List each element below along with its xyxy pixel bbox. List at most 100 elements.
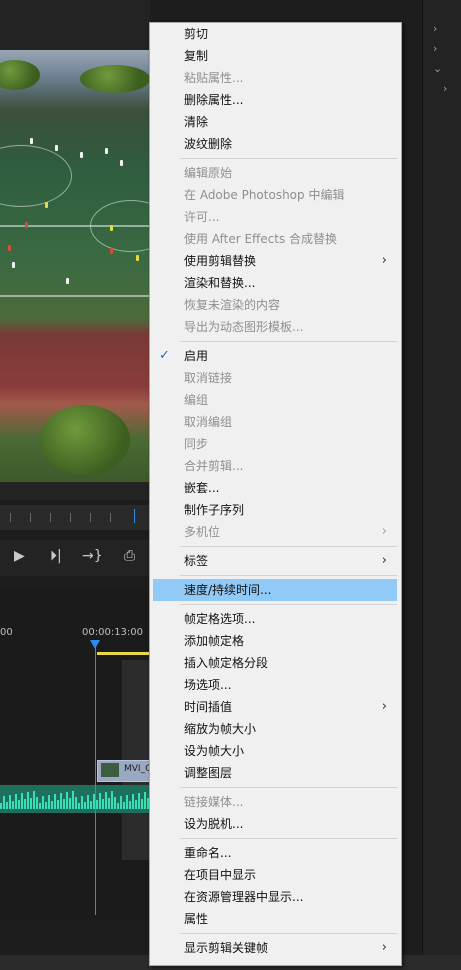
menu-item[interactable]: 重命名... — [153, 842, 397, 864]
playhead-marker[interactable] — [134, 509, 135, 523]
tree — [40, 405, 130, 475]
waveform-bar — [69, 798, 71, 809]
menu-item[interactable]: 设为脱机... — [153, 813, 397, 835]
playhead-handle[interactable] — [90, 640, 100, 649]
play-icon[interactable]: ▶ — [14, 548, 25, 564]
step-forward-icon[interactable]: ⏵| — [50, 548, 62, 564]
program-mini-timeline[interactable] — [0, 505, 150, 530]
playhead-line[interactable] — [95, 640, 96, 915]
waveform-bar — [6, 802, 8, 809]
waveform-bar — [111, 791, 113, 809]
menu-item[interactable]: 插入帧定格分段 — [153, 652, 397, 674]
menu-item[interactable]: 添加帧定格 — [153, 630, 397, 652]
ruler-tick — [30, 513, 31, 522]
menu-item-label: 粘贴属性... — [184, 71, 244, 85]
menu-item-label: 取消编组 — [184, 415, 233, 429]
menu-item-label: 帧定格选项... — [184, 612, 256, 626]
menu-item[interactable]: 使用剪辑替换 › — [153, 250, 397, 272]
right-side-panel: › › ⌄ › — [422, 0, 461, 970]
waveform-bar — [72, 791, 74, 809]
menu-item[interactable]: 波纹删除 — [153, 133, 397, 155]
menu-item[interactable]: 场选项... — [153, 674, 397, 696]
player — [8, 245, 11, 251]
menu-item[interactable]: 速度/持续时间... — [153, 579, 397, 601]
chevron-down-icon[interactable]: ⌄ — [433, 62, 442, 75]
menu-item[interactable]: 剪切 — [153, 23, 397, 45]
chevron-right-icon[interactable]: › — [433, 22, 437, 35]
menu-item-label: 制作子序列 — [184, 503, 245, 517]
menu-item[interactable]: 标签 › — [153, 550, 397, 572]
menu-item: 取消链接 — [153, 367, 397, 389]
center-circle-line — [0, 145, 72, 207]
menu-item[interactable]: 在资源管理器中显示... — [153, 886, 397, 908]
menu-item[interactable]: ✓ 启用 — [153, 345, 397, 367]
menu-item: 编辑原始 — [153, 162, 397, 184]
submenu-arrow-icon: › — [381, 253, 387, 268]
waveform-bar — [66, 792, 68, 809]
menu-separator — [180, 341, 397, 342]
waveform-bar — [138, 793, 140, 809]
menu-item[interactable]: 清除 — [153, 111, 397, 133]
menu-item[interactable]: 嵌套... — [153, 477, 397, 499]
waveform-bar — [51, 801, 53, 809]
menu-item[interactable]: 调整图层 — [153, 762, 397, 784]
menu-item: 导出为动态图形模板... — [153, 316, 397, 338]
menu-separator — [180, 158, 397, 159]
menu-item[interactable]: 制作子序列 — [153, 499, 397, 521]
waveform-bar — [114, 797, 116, 809]
menu-item: 使用 After Effects 合成替换 — [153, 228, 397, 250]
waveform-bar — [30, 798, 32, 809]
waveform-bar — [0, 803, 2, 809]
menu-item-label: 设为帧大小 — [184, 744, 245, 758]
waveform-bar — [99, 793, 101, 809]
menu-item[interactable]: 时间插值 › — [153, 696, 397, 718]
player — [12, 262, 15, 268]
menu-item[interactable]: 属性 — [153, 908, 397, 930]
ruler-tick — [50, 513, 51, 522]
menu-item[interactable]: 渲染和替换... — [153, 272, 397, 294]
menu-separator — [180, 604, 397, 605]
menu-separator — [180, 546, 397, 547]
export-frame-icon[interactable]: ⎙ — [124, 548, 135, 564]
waveform-bar — [39, 803, 41, 809]
player — [120, 160, 123, 166]
menu-item-label: 链接媒体... — [184, 795, 244, 809]
menu-item[interactable]: 复制 — [153, 45, 397, 67]
audio-clip[interactable] — [0, 785, 150, 813]
menu-item-label: 合并剪辑... — [184, 459, 244, 473]
menu-item[interactable]: 缩放为帧大小 — [153, 718, 397, 740]
timecode-start-label: 00 — [0, 627, 13, 638]
waveform-bar — [78, 803, 80, 809]
menu-item-label: 使用剪辑替换 — [184, 254, 257, 268]
waveform-bar — [15, 794, 17, 809]
waveform-bar — [36, 797, 38, 809]
menu-item[interactable]: 删除属性... — [153, 89, 397, 111]
waveform-bar — [24, 799, 26, 809]
menu-item[interactable]: 显示剪辑关键帧 › — [153, 937, 397, 959]
menu-item[interactable]: 设为帧大小 — [153, 740, 397, 762]
waveform-bar — [48, 795, 50, 809]
menu-item[interactable]: 帧定格选项... — [153, 608, 397, 630]
player — [136, 255, 139, 261]
waveform-bar — [81, 796, 83, 809]
ruler-tick — [90, 513, 91, 522]
menu-item-label: 取消链接 — [184, 371, 233, 385]
work-area-bar[interactable] — [97, 652, 150, 655]
menu-item-label: 使用 After Effects 合成替换 — [184, 232, 338, 246]
waveform-bar — [129, 801, 131, 809]
submenu-arrow-icon: › — [381, 699, 387, 714]
menu-item-label: 调整图层 — [184, 766, 233, 780]
chevron-right-icon[interactable]: › — [433, 42, 437, 55]
waveform-bar — [87, 795, 89, 809]
menu-item-label: 在 Adobe Photoshop 中编辑 — [184, 188, 345, 202]
menu-item-label: 插入帧定格分段 — [184, 656, 269, 670]
menu-item[interactable]: 在项目中显示 — [153, 864, 397, 886]
waveform-bar — [18, 800, 20, 809]
menu-item-label: 缩放为帧大小 — [184, 722, 257, 736]
go-to-out-icon[interactable]: →} — [82, 548, 103, 564]
player — [55, 145, 58, 151]
menu-separator — [180, 787, 397, 788]
waveform-bar — [141, 799, 143, 809]
chevron-right-icon[interactable]: › — [443, 82, 447, 95]
player — [110, 248, 113, 254]
